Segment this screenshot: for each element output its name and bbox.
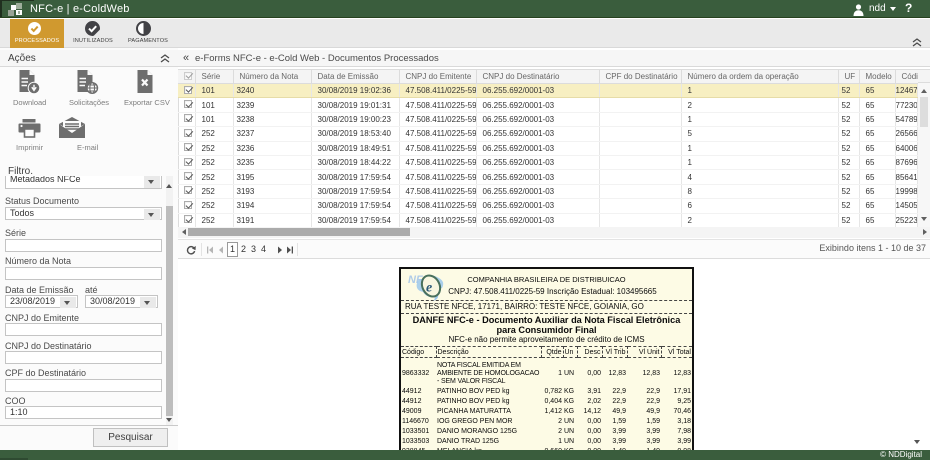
svg-text:e: e [426,281,432,296]
